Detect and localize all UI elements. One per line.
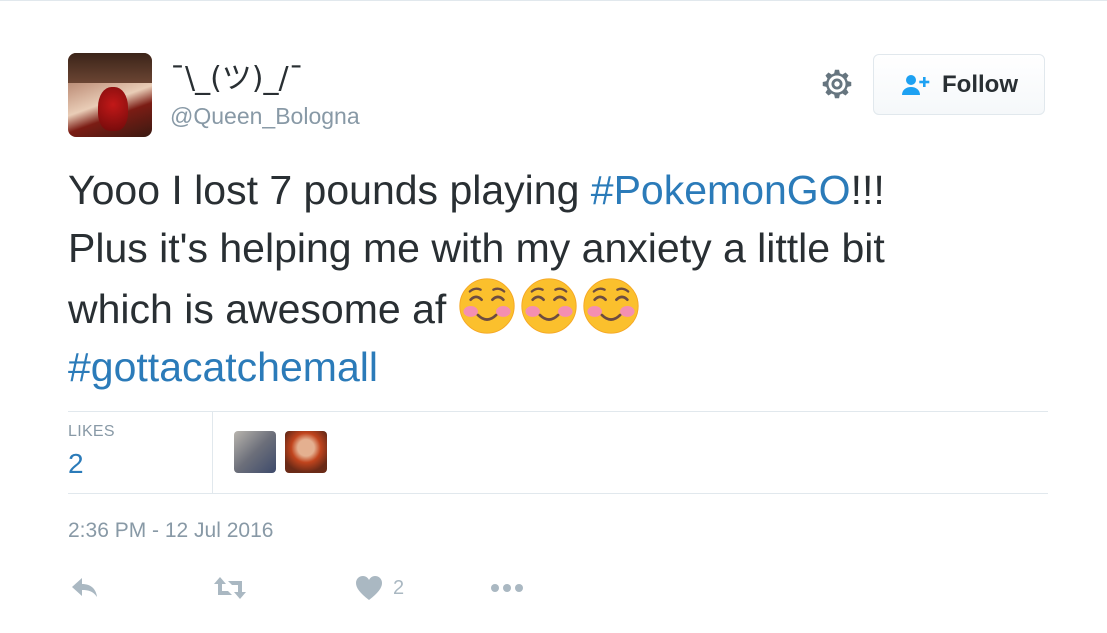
reply-button[interactable]	[70, 575, 100, 601]
follow-label: Follow	[942, 70, 1018, 98]
tweet-line-1: Yooo I lost 7 pounds playing #PokemonGO!…	[68, 161, 1058, 219]
tweet-line-2: Plus it's helping me with my anxiety a l…	[68, 225, 885, 271]
liker-avatar[interactable]	[234, 431, 276, 473]
likes-count[interactable]: 2	[68, 448, 84, 480]
add-user-icon	[902, 74, 930, 95]
timestamp[interactable]: 2:36 PM - 12 Jul 2016	[68, 519, 273, 543]
divider	[212, 411, 213, 493]
heart-icon	[356, 576, 382, 600]
likes-label: LIKES	[68, 423, 115, 440]
tweet-text-segment: which is awesome af	[68, 286, 458, 332]
blushing-smile-emoji-icon	[521, 278, 577, 334]
reply-icon	[72, 578, 97, 597]
liker-avatar[interactable]	[285, 431, 327, 473]
tweet-card: ¯\_(ツ)_/¯ @Queen_Bologna Follow Yooo I l…	[0, 0, 1107, 633]
avatar[interactable]	[68, 53, 152, 137]
hashtag-gottacatchemall[interactable]: #gottacatchemall	[68, 344, 378, 390]
tweet-text-segment: !!!	[850, 167, 885, 213]
blushing-smile-emoji-icon	[583, 278, 639, 334]
retweet-button[interactable]	[212, 575, 248, 601]
more-button[interactable]	[490, 575, 524, 601]
follow-button[interactable]: Follow	[873, 54, 1045, 115]
user-handle[interactable]: @Queen_Bologna	[170, 103, 360, 130]
blushing-smile-emoji-icon	[459, 278, 515, 334]
tweet-text-segment: Yooo I lost 7 pounds playing	[68, 167, 591, 213]
more-icon	[491, 584, 523, 592]
retweet-icon	[214, 577, 246, 599]
gear-icon[interactable]	[818, 65, 856, 103]
like-count: 2	[393, 576, 405, 599]
tweet-text: Yooo I lost 7 pounds playing #PokemonGO!…	[68, 161, 1058, 396]
hashtag-pokemongo[interactable]: #PokemonGO	[591, 167, 851, 213]
action-bar: 2	[0, 573, 1107, 607]
divider	[68, 411, 1048, 412]
like-button[interactable]: 2	[355, 575, 404, 601]
emoji-group	[458, 278, 644, 334]
display-name[interactable]: ¯\_(ツ)_/¯	[170, 53, 304, 97]
divider	[68, 493, 1048, 494]
tweet-line-3: which is awesome af	[68, 277, 1058, 338]
